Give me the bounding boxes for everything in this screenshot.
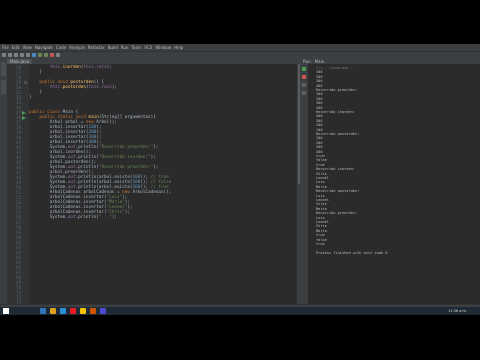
code-token: );	[153, 165, 159, 170]
line-number-gutter: 26 27 28 29 30 31 32 33 34 35 36 37 38 39 40 41 42 43 44 45…	[7, 64, 29, 305]
structure-tool-button[interactable]	[1, 80, 6, 94]
menu-item-run[interactable]: Run	[121, 45, 129, 50]
menu-item-edit[interactable]: Edit	[12, 45, 20, 50]
code-line: System.out.println("...");	[29, 215, 117, 220]
edge-taskbar-icon[interactable]	[60, 308, 66, 314]
letterbox-top	[0, 0, 480, 44]
code-line: this.postorden(this.raiz);	[29, 85, 117, 90]
folder-taskbar-icon[interactable]	[50, 308, 56, 314]
code-token: "Recorrido preorden:"	[98, 165, 154, 170]
code-editor[interactable]: this.inorden(this.raiz); } public void p…	[29, 64, 297, 304]
windows-start-icon[interactable]	[3, 308, 9, 314]
undo-icon[interactable]	[20, 53, 24, 57]
run-icon[interactable]	[38, 53, 42, 57]
run-tool-buttons	[300, 64, 308, 304]
code-token: );	[111, 215, 117, 220]
code-token: System.	[29, 215, 68, 220]
menu-item-view[interactable]: View	[22, 45, 32, 50]
menu-item-file[interactable]: File	[2, 45, 9, 50]
intellij-taskbar-icon[interactable]	[100, 308, 106, 314]
toolbar	[0, 51, 480, 58]
taskbar-clock[interactable]: 11:36 a.m.	[448, 309, 467, 313]
menu-item-window[interactable]: Window	[155, 45, 171, 50]
letterbox-bottom	[0, 315, 480, 360]
save-icon[interactable]	[8, 53, 12, 57]
build-icon[interactable]	[32, 53, 36, 57]
code-token: }	[29, 95, 32, 100]
menu-item-tools[interactable]: Tools	[131, 45, 141, 50]
code-token: );	[106, 65, 112, 70]
windows-taskbar: 11:36 a.m.	[0, 307, 480, 315]
stop-icon[interactable]	[50, 53, 54, 57]
code-token: postorden	[62, 85, 86, 90]
run-panel-title: Run	[303, 58, 311, 64]
redo-icon[interactable]	[26, 53, 30, 57]
menu-item-code[interactable]: Code	[56, 45, 66, 50]
run-tool-window: Run Main C:\...\java.exe ... 100 200 300 400…	[300, 58, 480, 304]
scroll-to-end-icon[interactable]	[302, 91, 306, 95]
code-token: ArbolCadenas();	[132, 190, 172, 195]
code-token: );	[111, 85, 118, 90]
code-token: "..."	[98, 215, 112, 220]
menu-item-vcs[interactable]: VCS	[144, 45, 152, 50]
code-token: raiz	[96, 65, 107, 70]
code-token: );	[124, 210, 130, 215]
console-output[interactable]: C:\...\java.exe ... 100 200 300 400 Recorrido…	[316, 66, 478, 302]
menu-bar: File Edit View Navigate Code Analyze Refactor B…	[0, 44, 480, 51]
run-gutter-icon[interactable]	[22, 116, 26, 120]
code-token: raiz	[101, 85, 112, 90]
acrobat-taskbar-icon[interactable]	[70, 308, 76, 314]
left-tool-strip	[0, 58, 7, 304]
open-icon[interactable]	[2, 53, 6, 57]
rerun-icon[interactable]	[302, 67, 306, 71]
run-panel-header: Run Main	[300, 58, 480, 64]
app-taskbar-icon[interactable]	[90, 308, 96, 314]
project-tool-button[interactable]	[1, 62, 6, 76]
code-token: );	[153, 145, 159, 150]
fold-marker-icon[interactable]	[24, 81, 27, 84]
debug-icon[interactable]	[44, 53, 48, 57]
menu-item-navigate[interactable]: Navigate	[35, 45, 53, 50]
explorer-taskbar-icon[interactable]	[40, 308, 46, 314]
code-token: "Recorrido inorden:"	[98, 155, 151, 160]
chrome-taskbar-icon[interactable]	[80, 308, 86, 314]
code-token: this	[83, 65, 94, 70]
code-token: );	[150, 155, 156, 160]
run-config-name[interactable]: Main	[315, 59, 325, 64]
code-token: "Recorrido preorden:"	[98, 145, 154, 150]
ide-window: File Edit View Navigate Code Analyze Refactor B…	[0, 44, 480, 315]
code-line: }	[29, 70, 42, 75]
menu-item-analyze[interactable]: Analyze	[69, 45, 85, 50]
code-token: this	[49, 85, 61, 90]
code-token: this	[88, 85, 99, 90]
menu-item-refactor[interactable]: Refactor	[88, 45, 105, 50]
code-line: }	[29, 95, 32, 100]
code-token: this	[49, 65, 61, 70]
stop-icon[interactable]	[302, 75, 306, 79]
menu-item-help[interactable]: Help	[174, 45, 183, 50]
console-line: true	[316, 242, 325, 246]
search-icon[interactable]	[56, 53, 60, 57]
run-gutter-icon[interactable]	[22, 111, 26, 115]
menu-item-build[interactable]: Build	[108, 45, 118, 50]
console-line: Process finished with exit code 0	[316, 250, 388, 255]
pause-icon[interactable]	[302, 83, 306, 87]
refresh-icon[interactable]	[14, 53, 18, 57]
code-token: }	[29, 70, 42, 75]
code-token: out	[67, 215, 76, 220]
code-token: inorden	[62, 65, 81, 70]
code-token: .println(	[75, 215, 99, 220]
